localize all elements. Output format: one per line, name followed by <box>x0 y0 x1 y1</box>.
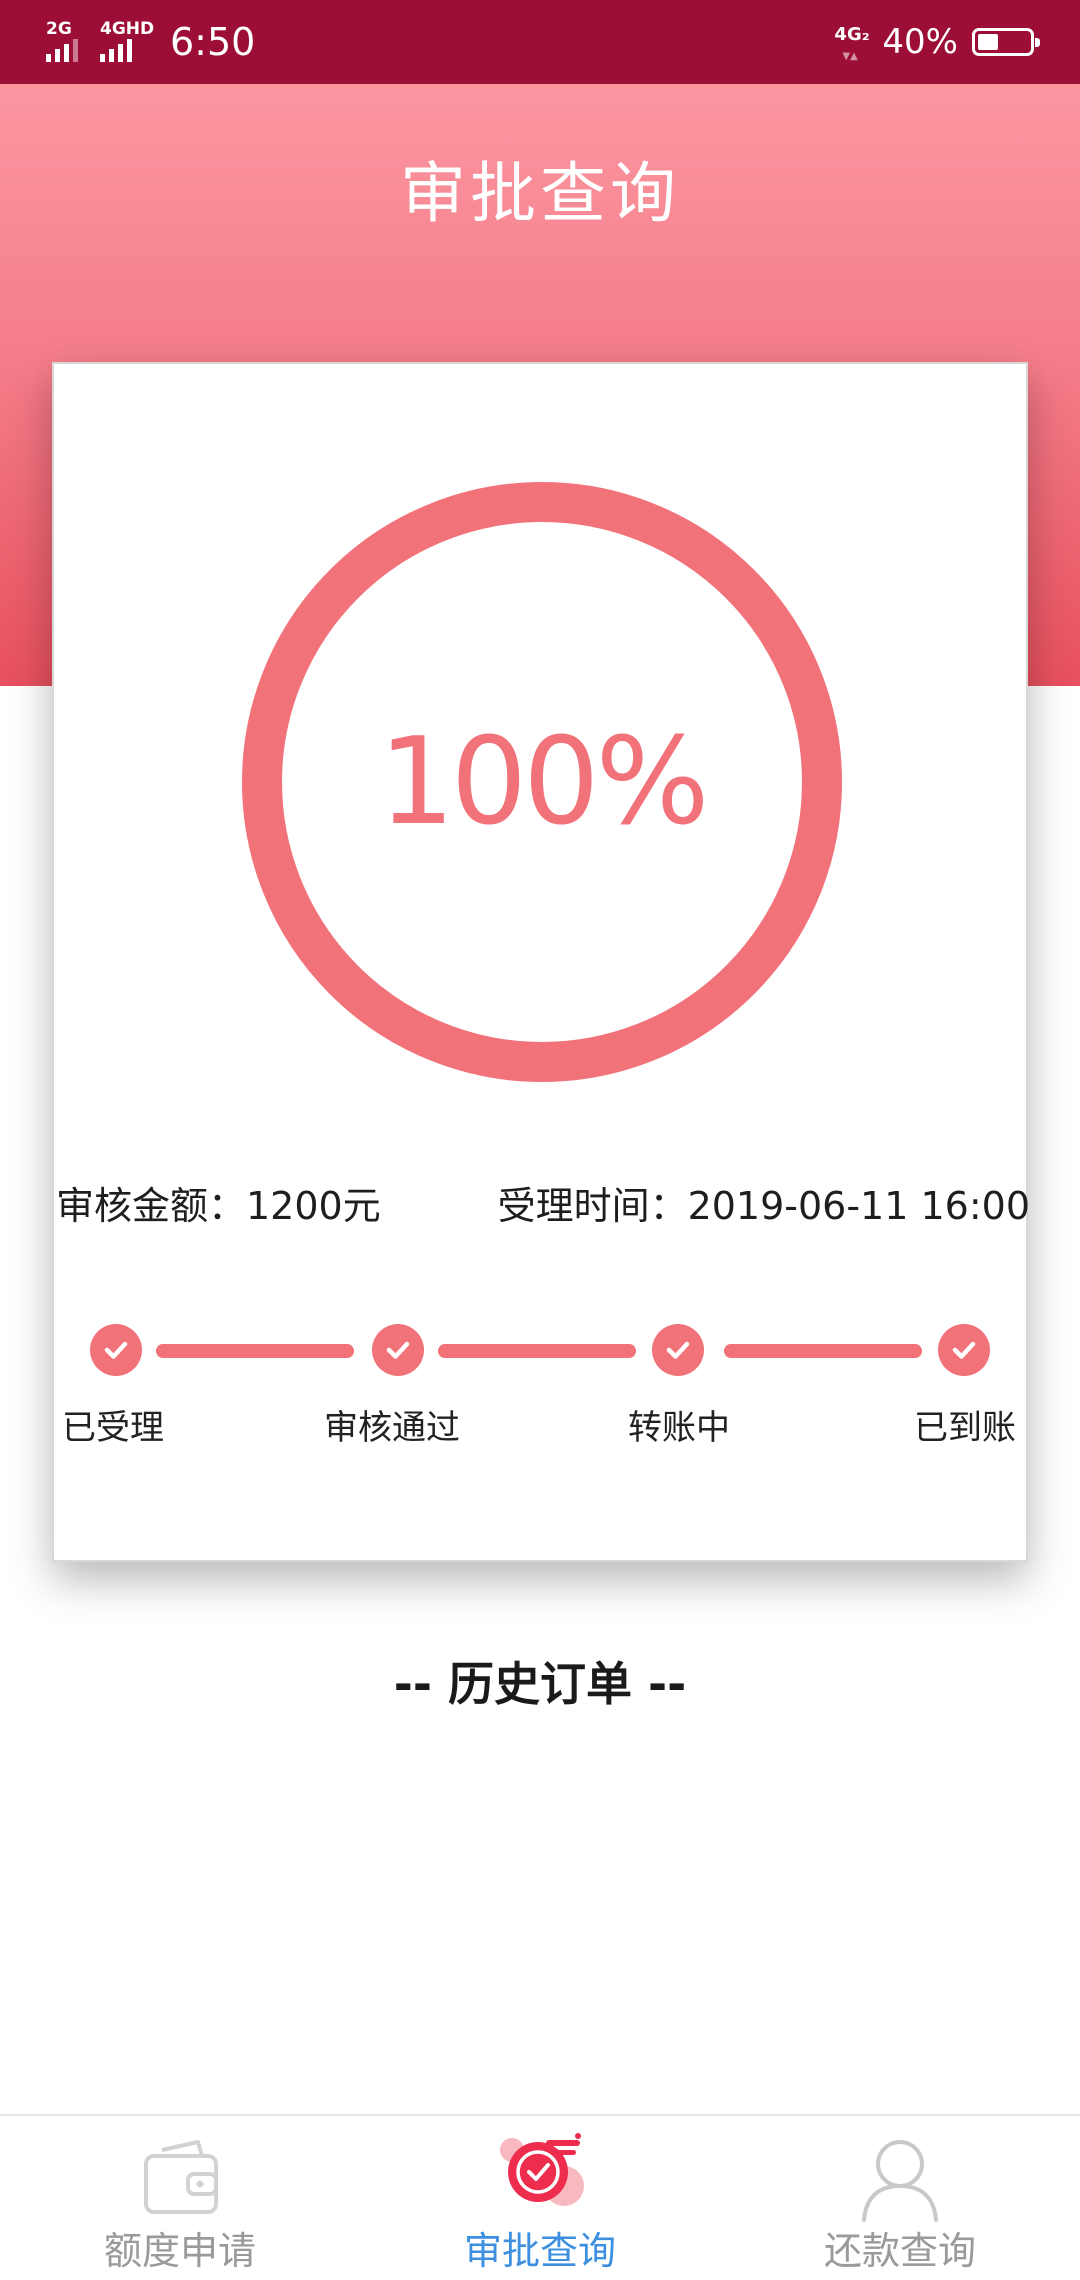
tab-label-quota-apply: 额度申请 <box>103 2229 256 2273</box>
check-icon <box>938 1324 990 1376</box>
approval-status-card: 100% 审核金额：1200元 受理时间：2019-06-11 16:00 已受… <box>52 362 1030 1562</box>
tab-repayment-query[interactable]: 还款查询 <box>720 2116 1080 2280</box>
progress-percent: 100% <box>378 712 709 852</box>
progress-ring: 100% <box>242 482 842 1082</box>
tab-approval-query[interactable]: 审批查询 <box>360 2116 720 2280</box>
step-label-approved: 审核通过 <box>324 1408 460 1448</box>
check-icon <box>652 1324 704 1376</box>
user-icon <box>860 2134 940 2224</box>
check-icon <box>372 1324 424 1376</box>
approved-amount: 审核金额：1200元 <box>56 1184 381 1228</box>
progress-steps: 已受理 审核通过 转账中 已到账 <box>54 1324 1030 1474</box>
step-label-accepted: 已受理 <box>62 1408 164 1448</box>
signal-icon: 4GHD <box>100 20 154 64</box>
tab-quota-apply[interactable]: 额度申请 <box>0 2116 360 2280</box>
signal-icon: 2G <box>46 20 86 64</box>
bottom-tab-bar: 额度申请 审批查询 还款查询 <box>0 2114 1080 2280</box>
step-label-transferring: 转账中 <box>628 1408 730 1448</box>
network-type-2: 4GHD <box>100 19 155 39</box>
history-orders-title: -- 历史订单 -- <box>393 1657 687 1711</box>
step-connector <box>156 1344 354 1358</box>
clock: 6:50 <box>170 20 256 64</box>
status-bar: 2G 4GHD 6:50 4G₂ ▼▲ 40% <box>0 0 1080 84</box>
step-label-received: 已到账 <box>914 1408 1016 1448</box>
network-icon: 4G₂ ▼▲ <box>834 24 870 62</box>
network-type-1: 2G <box>46 19 72 39</box>
network-type-right: 4G₂ <box>834 24 870 45</box>
wallet-icon <box>140 2134 220 2224</box>
step-connector <box>438 1344 636 1358</box>
status-right: 4G₂ ▼▲ 40% <box>834 18 1040 66</box>
battery-percent: 40% <box>882 22 958 62</box>
page-title: 审批查询 <box>400 155 680 232</box>
approval-check-icon <box>500 2133 584 2224</box>
check-icon <box>90 1324 142 1376</box>
approval-details: 审核金额：1200元 受理时间：2019-06-11 16:00 <box>54 1176 1030 1236</box>
accepted-time: 受理时间：2019-06-11 16:00 <box>497 1184 1030 1228</box>
tab-label-approval-query: 审批查询 <box>463 2229 616 2273</box>
step-connector <box>724 1344 922 1358</box>
tab-label-repayment-query: 还款查询 <box>823 2229 976 2273</box>
battery-icon <box>972 28 1040 56</box>
approval-query-screen: 2G 4GHD 6:50 4G₂ ▼▲ 40% 审批查询 100% 审核金额：1… <box>0 0 1080 2280</box>
status-left: 2G 4GHD 6:50 <box>46 18 255 66</box>
